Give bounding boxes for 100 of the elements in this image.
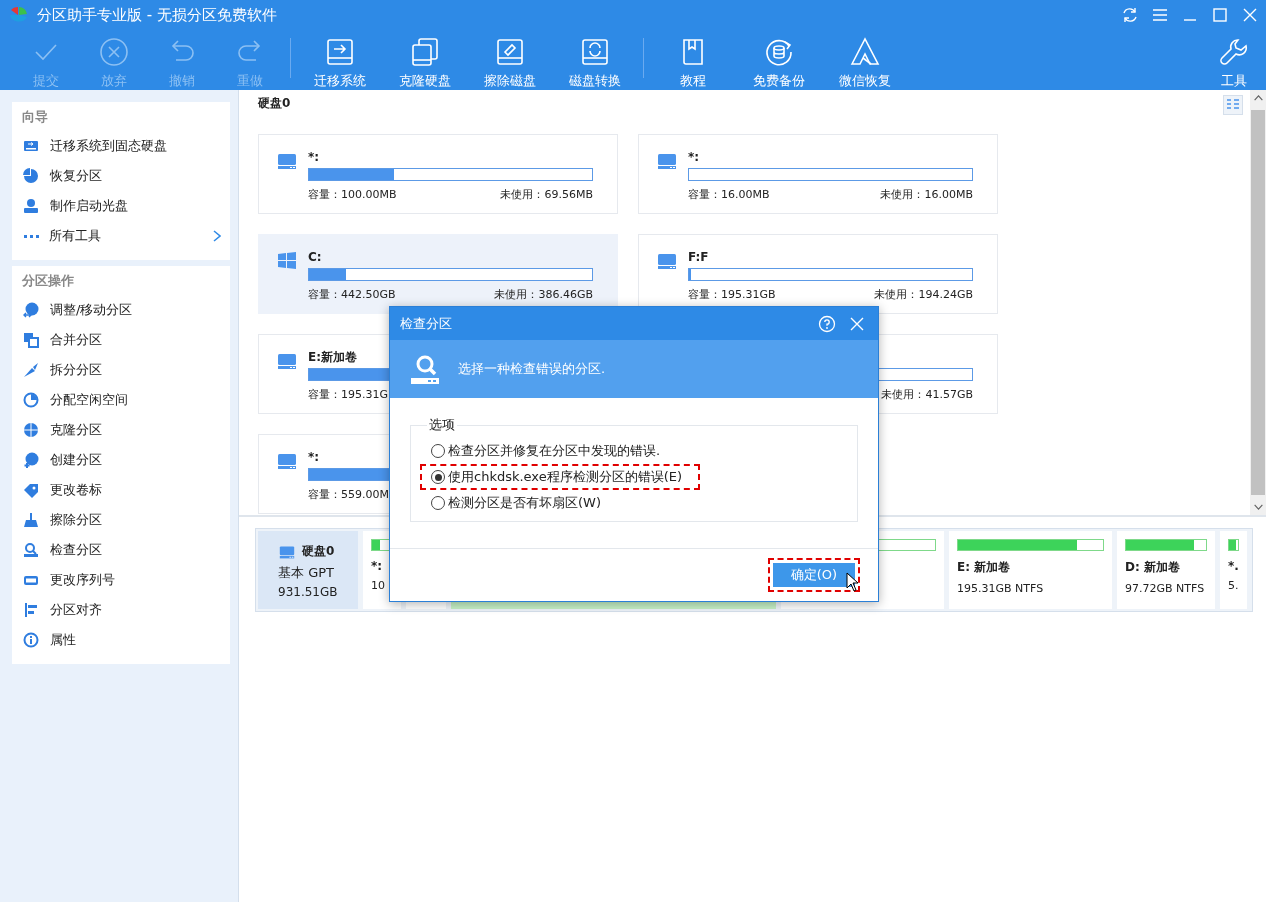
partition-name: D: 新加卷 <box>1125 559 1181 576</box>
maximize-icon[interactable] <box>1210 5 1230 25</box>
radio-button[interactable] <box>431 496 445 510</box>
radio-button[interactable] <box>431 444 445 458</box>
disk-size: 931.51GB <box>278 585 339 599</box>
section-title: 分区操作 <box>21 272 75 290</box>
toolbar-button[interactable]: 工具 <box>1202 30 1266 90</box>
triangle-logo-icon <box>849 36 881 68</box>
squares-icon <box>23 332 39 348</box>
partition-name: *: <box>688 149 700 165</box>
cursor-icon <box>846 572 860 592</box>
drive-icon <box>277 151 297 171</box>
partition-info: 195.31GB NTFS <box>957 582 1045 595</box>
capacity-text: 容量：559.00M <box>308 487 389 502</box>
drive-icon <box>657 151 677 171</box>
sidebar-item[interactable]: 制作启动光盘 <box>12 191 230 221</box>
sidebar-item[interactable]: 恢复分区 <box>12 161 230 191</box>
partition-name: E: 新加卷 <box>957 559 1012 576</box>
partition-name: *: <box>371 559 384 573</box>
sidebar-item[interactable]: 分区对齐 <box>12 595 230 625</box>
search-drive-icon <box>410 353 440 385</box>
info-icon <box>23 632 39 648</box>
partition-card[interactable]: F:F 容量：195.31GB 未使用：194.24GB <box>638 234 998 314</box>
capacity-text: 容量：195.31GB <box>688 287 776 302</box>
partition-name: *: <box>308 449 320 465</box>
partition-block[interactable]: D: 新加卷 97.72GB NTFS <box>1117 531 1215 609</box>
view-toggle-icon[interactable] <box>1223 95 1243 115</box>
app-logo-icon <box>9 6 29 24</box>
partition-name: *: <box>308 149 320 165</box>
pie-chart-icon <box>23 168 39 184</box>
partition-block[interactable]: E: 新加卷 195.31GB NTFS <box>949 531 1112 609</box>
section-title: 向导 <box>21 108 49 126</box>
wrench-icon <box>1218 36 1250 68</box>
unused-text: 未使用：194.24GB <box>874 287 973 302</box>
capacity-text: 容量：442.50GB <box>308 287 396 302</box>
partition-name: E:新加卷 <box>308 349 357 365</box>
capacity-text: 容量：100.00MB <box>308 187 397 202</box>
option-label[interactable]: 检测分区是否有坏扇区(W) <box>448 494 601 512</box>
unused-text: 未使用：41.57GB <box>881 387 973 402</box>
sidebar-item[interactable]: 拆分分区 <box>12 355 230 385</box>
unused-text: 未使用：69.56MB <box>500 187 593 202</box>
scrollbar[interactable] <box>1250 90 1266 515</box>
sidebar-item[interactable]: 分配空闲空间 <box>12 385 230 415</box>
sidebar-item[interactable]: 擦除分区 <box>12 505 230 535</box>
capacity-text: 容量：195.31G <box>308 387 388 402</box>
sidebar-item[interactable]: 更改序列号 <box>12 565 230 595</box>
sidebar-item[interactable]: 创建分区 <box>12 445 230 475</box>
toolbar-button[interactable]: 克隆硬盘 <box>382 30 467 90</box>
disk-title: 硬盘0 <box>258 95 291 112</box>
drive-icon <box>23 138 39 154</box>
drive-icon <box>657 251 677 271</box>
toolbar-button[interactable]: 教程 <box>650 30 736 90</box>
partition-name: C: <box>308 249 322 265</box>
globe-icon <box>23 422 39 438</box>
radio-button[interactable] <box>431 470 445 484</box>
drive-icon <box>278 543 296 560</box>
partition-card[interactable]: C: 容量：442.50GB 未使用：386.46GB <box>258 234 618 314</box>
sidebar-item[interactable]: 合并分区 <box>12 325 230 355</box>
align-icon <box>23 602 39 618</box>
search-icon <box>23 542 39 558</box>
sidebar-item[interactable]: 所有工具 <box>12 221 230 251</box>
partition-info: 97.72GB NTFS <box>1125 582 1206 595</box>
partition-card[interactable]: *: 容量：16.00MB 未使用：16.00MB <box>638 134 998 214</box>
broom-icon <box>23 512 39 528</box>
drive-icon <box>277 451 297 471</box>
help-icon[interactable] <box>818 314 836 333</box>
unused-text: 未使用：16.00MB <box>880 187 973 202</box>
drive-icon <box>277 351 297 371</box>
sidebar-item[interactable]: 迁移系统到固态硬盘 <box>12 131 230 161</box>
sidebar-item[interactable]: 克隆分区 <box>12 415 230 445</box>
toolbar-button[interactable]: 微信恢复 <box>822 30 908 90</box>
toolbar-button[interactable]: 擦除磁盘 <box>467 30 552 90</box>
sidebar-item[interactable]: 更改卷标 <box>12 475 230 505</box>
disk-info[interactable]: 硬盘0 基本 GPT 931.51GB <box>258 531 358 609</box>
scrollbar-thumb[interactable] <box>1251 110 1265 495</box>
dialog-message: 选择一种检查错误的分区. <box>458 360 606 378</box>
dialog-title: 检查分区 <box>400 314 453 333</box>
window-title: 分区助手专业版 - 无损分区免费软件 <box>37 5 278 25</box>
sidebar-item[interactable]: 属性 <box>12 625 230 655</box>
group-label: 选项 <box>428 416 456 434</box>
windows-icon <box>277 251 297 271</box>
sidebar-item[interactable]: 检查分区 <box>12 535 230 565</box>
more-icon <box>24 233 39 239</box>
sidebar-item[interactable]: 调整/移动分区 <box>12 295 230 325</box>
refresh-icon[interactable] <box>1120 5 1140 25</box>
circle-x-icon <box>98 36 130 68</box>
partition-name: *. <box>1228 559 1239 573</box>
toolbar-button[interactable]: 磁盘转换 <box>552 30 637 90</box>
toolbar-button[interactable]: 免费备份 <box>736 30 822 90</box>
pie-icon <box>23 392 39 408</box>
partition-name: F:F <box>688 249 709 265</box>
partition-card[interactable]: *: 容量：100.00MB 未使用：69.56MB <box>258 134 618 214</box>
disk-name: 硬盘0 <box>302 543 335 560</box>
capacity-text: 容量：16.00MB <box>688 187 770 202</box>
toolbar-button[interactable]: 迁移系统 <box>297 30 382 90</box>
scroll-down-icon[interactable] <box>1253 504 1263 510</box>
partition-block[interactable]: *. 5. <box>1220 531 1247 609</box>
partition-info: 10 <box>371 579 386 592</box>
scroll-up-icon[interactable] <box>1253 95 1263 101</box>
tag-icon <box>23 482 39 498</box>
